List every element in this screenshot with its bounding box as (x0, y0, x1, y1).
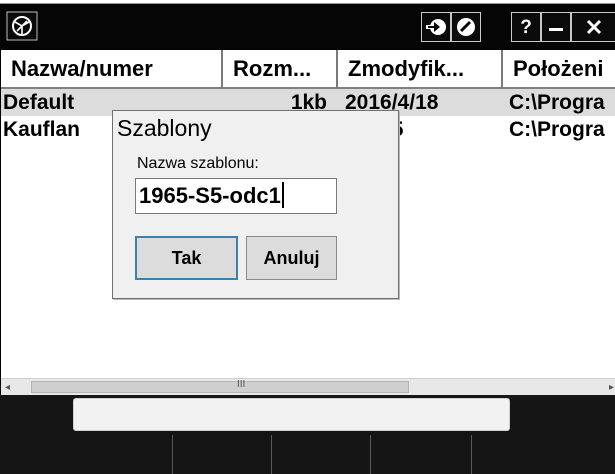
scrollbar-thumb[interactable]: III (31, 379, 409, 393)
row-location: C:\Progra (509, 118, 605, 141)
enter-arrow-icon (425, 16, 447, 38)
column-header-modified[interactable]: Zmodyfik... (338, 50, 503, 88)
scrollbar-grip: III (237, 379, 246, 390)
enter-button[interactable] (421, 12, 451, 42)
help-label: ? (520, 16, 532, 38)
title-bar: ? (0, 4, 615, 49)
close-icon (584, 17, 604, 37)
row-location: C:\Progra (509, 91, 605, 114)
close-button[interactable] (571, 12, 615, 42)
scroll-left-icon[interactable]: ◂ (5, 382, 10, 393)
app-logo-icon[interactable] (6, 11, 38, 41)
bottom-bar (0, 395, 615, 474)
text-caret (281, 182, 284, 208)
template-name-value: 1965-S5-odc1 (139, 183, 281, 208)
status-field[interactable] (73, 398, 510, 431)
dialog-title: Szablony (113, 111, 398, 147)
softkey-divider (172, 435, 173, 474)
list-header: Nazwa/numer Rozm... Zmodyfik... Położeni (1, 49, 615, 89)
softkey-divider (370, 435, 371, 474)
softkey-divider (471, 435, 472, 474)
template-name-input[interactable]: 1965-S5-odc1 (135, 178, 337, 214)
template-name-label: Nazwa szablonu: (137, 155, 259, 172)
no-entry-icon (455, 16, 477, 38)
template-dialog: Szablony Nazwa szablonu: 1965-S5-odc1 Ta… (112, 110, 399, 299)
column-header-name[interactable]: Nazwa/numer (1, 50, 223, 88)
scroll-right-icon[interactable]: ▸ (609, 382, 614, 393)
horizontal-scrollbar[interactable]: ◂ III ▸ (1, 378, 615, 395)
minimize-icon (547, 18, 565, 36)
column-header-size[interactable]: Rozm... (223, 50, 338, 88)
column-header-location[interactable]: Położeni (503, 50, 615, 88)
minimize-button[interactable] (541, 12, 571, 42)
cancel-action-button[interactable] (451, 12, 481, 42)
ok-button[interactable]: Tak (135, 236, 238, 280)
help-button[interactable]: ? (511, 12, 541, 42)
cancel-button[interactable]: Anuluj (246, 236, 337, 280)
softkey-divider (271, 435, 272, 474)
